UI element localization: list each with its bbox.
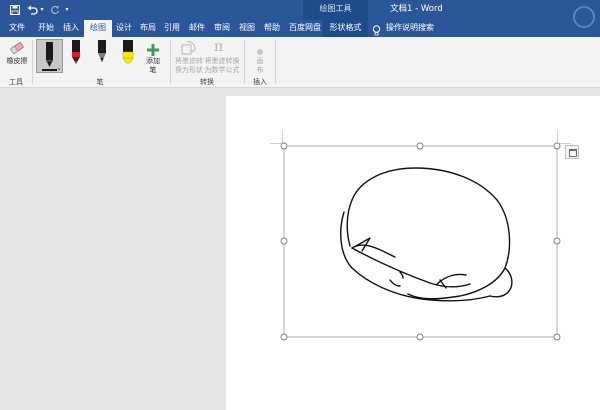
margin-mark <box>557 129 558 143</box>
margin-mark <box>557 143 571 144</box>
ink-to-math-icon: π <box>214 39 224 55</box>
tab-mailings[interactable]: 邮件 <box>186 20 208 37</box>
layout-options-icon[interactable] <box>565 145 579 159</box>
tab-review[interactable]: 审阅 <box>211 20 233 37</box>
group-separator <box>275 40 276 84</box>
tools-group-label: 工具 <box>9 78 23 86</box>
tab-layout[interactable]: 布局 <box>137 20 159 37</box>
title-bar: ▾ ▾ 绘图工具 文档1 - Word <box>0 0 600 20</box>
context-tab-header: 绘图工具 <box>303 0 368 20</box>
ribbon: 橡皮擦 工具 ⌄ 添加 笔 笔 将墨迹转 换为形状 π 将墨迹转换 为数学公式 … <box>0 37 600 88</box>
group-separator <box>32 40 33 84</box>
redo-icon <box>49 3 60 17</box>
group-separator <box>244 40 245 84</box>
group-separator <box>170 40 171 84</box>
pen-red-icon[interactable] <box>69 40 83 70</box>
convert-group-label: 转换 <box>200 78 214 86</box>
tab-insert[interactable]: 插入 <box>60 20 82 37</box>
tell-me-search[interactable]: 操作说明搜索 <box>386 20 434 37</box>
eraser-label[interactable]: 橡皮擦 <box>4 57 30 66</box>
tab-design[interactable]: 设计 <box>113 20 135 37</box>
insert-group-label: 插入 <box>253 78 267 86</box>
tab-help[interactable]: 帮助 <box>261 20 283 37</box>
account-avatar-icon[interactable] <box>573 6 595 28</box>
tab-references[interactable]: 引用 <box>161 20 183 37</box>
undo-icon[interactable] <box>26 3 38 17</box>
ink-to-shape-label-line2: 换为形状 <box>175 66 203 74</box>
tab-shape-format[interactable]: 形状格式 <box>323 20 368 37</box>
ink-to-math-label-line2: 为数学公式 <box>204 66 240 74</box>
tab-view[interactable]: 视图 <box>236 20 258 37</box>
margin-mark <box>270 143 284 144</box>
tab-home[interactable]: 开始 <box>35 20 57 37</box>
highlighter-yellow-icon[interactable] <box>121 40 135 70</box>
pens-group-label: 笔 <box>96 78 104 86</box>
pen-dropdown-icon[interactable]: ⌄ <box>56 64 62 72</box>
tab-draw[interactable]: 绘图 <box>84 20 112 37</box>
document-title: 文档1 - Word <box>390 4 443 14</box>
add-pen-label-line1[interactable]: 添加 <box>142 57 164 66</box>
undo-dropdown-icon[interactable]: ▾ <box>38 3 46 17</box>
ink-to-shape-label-line1: 将墨迹转 <box>175 57 203 65</box>
canvas-label-line2: 布 <box>256 66 264 74</box>
pencil-black-icon[interactable] <box>95 40 109 70</box>
save-icon[interactable] <box>9 3 21 17</box>
document-gray-area <box>0 88 226 410</box>
add-pen-label-line2[interactable]: 笔 <box>142 66 164 75</box>
ribbon-tab-row: 文件 开始 插入 绘图 设计 布局 引用 邮件 审阅 视图 帮助 百度网盘 形状… <box>0 20 600 37</box>
ink-to-math-label-line1: 将墨迹转换 <box>204 57 240 65</box>
tab-baidu-netdisk[interactable]: 百度网盘 <box>286 20 324 37</box>
canvas-label-line1: 画 <box>256 57 264 65</box>
customize-qat-icon[interactable]: ▾ <box>63 3 71 17</box>
margin-mark <box>282 129 283 143</box>
tab-file[interactable]: 文件 <box>6 20 28 37</box>
